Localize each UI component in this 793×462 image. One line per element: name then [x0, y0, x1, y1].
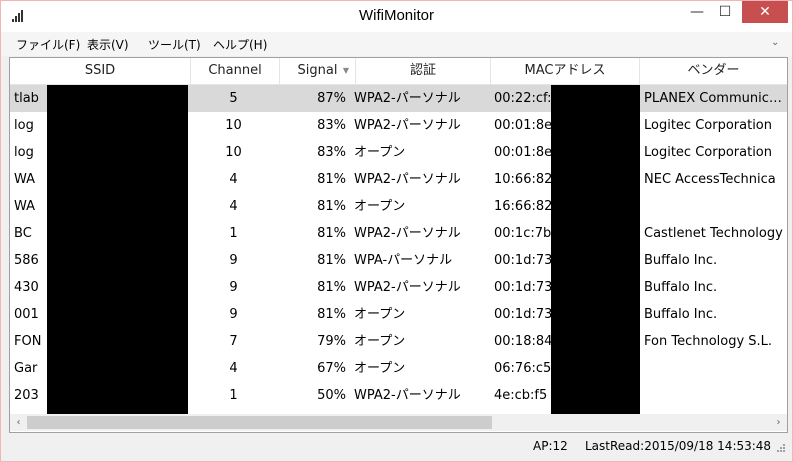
cell-vendor: PLANEX Communications	[644, 91, 784, 106]
cell-vendor: Castlenet Technology	[644, 226, 783, 241]
cell-vendor	[644, 193, 784, 220]
cell-auth: WPA2-パーソナル	[354, 388, 461, 403]
cell-signal: 79%	[317, 334, 346, 349]
window-title: WifiMonitor	[358, 7, 434, 24]
cell-channel: 4	[229, 199, 238, 214]
cell-auth: WPA2-パーソナル	[354, 172, 461, 187]
column-header-auth[interactable]: 認証	[356, 58, 491, 84]
menu-file[interactable]: ファイル(F)	[16, 36, 80, 53]
column-header-mac[interactable]: MACアドレス	[491, 58, 640, 84]
cell-channel: 4	[229, 361, 238, 376]
cell-vendor	[644, 355, 784, 382]
cell-channel: 1	[229, 388, 238, 403]
cell-signal: 81%	[317, 280, 346, 295]
cell-auth: オープン	[354, 361, 406, 376]
menu-tools[interactable]: ツール(T)	[148, 36, 201, 53]
column-header-vendor[interactable]: ベンダー	[640, 58, 787, 84]
cell-signal: 67%	[317, 361, 346, 376]
cell-auth: WPA2-パーソナル	[354, 280, 461, 295]
cell-vendor: Buffalo Inc.	[644, 280, 718, 295]
redaction-mac	[551, 85, 640, 414]
cell-vendor: Buffalo Inc.	[644, 253, 718, 268]
cell-signal: 81%	[317, 172, 346, 187]
last-read-time: LastRead:2015/09/18 14:53:48	[585, 439, 772, 453]
cell-channel: 10	[225, 145, 242, 160]
cell-auth: WPA2-パーソナル	[354, 91, 461, 106]
resize-grip-icon[interactable]	[776, 443, 786, 453]
cell-channel: 9	[229, 307, 238, 322]
cell-auth: オープン	[354, 307, 406, 322]
cell-auth: WPA2-パーソナル	[354, 226, 461, 241]
cell-signal: 81%	[317, 199, 346, 214]
cell-auth: オープン	[354, 145, 406, 160]
ap-count: AP:12	[533, 439, 568, 453]
cell-signal: 81%	[317, 307, 346, 322]
cell-auth: WPA-パーソナル	[354, 253, 453, 268]
scrollbar-thumb[interactable]	[27, 416, 492, 429]
close-button[interactable]: ✕	[742, 1, 788, 23]
cell-channel: 4	[229, 172, 238, 187]
column-header-channel[interactable]: Channel	[191, 58, 280, 84]
cell-channel: 9	[229, 253, 238, 268]
cell-vendor: NEC AccessTechnica	[644, 172, 776, 187]
cell-vendor: Logitec Corporation	[644, 145, 773, 160]
title-bar[interactable]: WifiMonitor — ☐ ✕	[1, 1, 792, 32]
column-header-ssid[interactable]: SSID	[10, 58, 191, 84]
cell-channel: 1	[229, 226, 238, 241]
cell-vendor: Buffalo Inc.	[644, 307, 718, 322]
redaction-ssid	[47, 85, 188, 414]
sort-descending-icon: ▼	[342, 66, 349, 75]
horizontal-scrollbar[interactable]: ‹ ›	[10, 414, 787, 431]
menu-view[interactable]: 表示(V)	[87, 36, 129, 53]
cell-channel: 10	[225, 118, 242, 133]
list-header: SSID Channel Signal ▼ 認証 MACアドレス ベンダー	[10, 58, 787, 85]
cell-signal: 83%	[317, 118, 346, 133]
cell-signal: 81%	[317, 226, 346, 241]
minimize-button[interactable]: —	[684, 1, 710, 23]
chevron-down-icon[interactable]: ⌄	[771, 37, 779, 48]
cell-channel: 7	[229, 334, 238, 349]
cell-auth: WPA2-パーソナル	[354, 118, 461, 133]
column-header-signal-label: Signal	[297, 63, 338, 78]
menu-help[interactable]: ヘルプ(H)	[213, 36, 267, 53]
cell-channel: 5	[229, 91, 238, 106]
cell-vendor	[644, 382, 784, 409]
cell-signal: 87%	[317, 91, 346, 106]
cell-vendor: Fon Technology S.L.	[644, 334, 773, 349]
maximize-button[interactable]: ☐	[712, 1, 738, 23]
status-bar: AP:12 LastRead:2015/09/18 14:53:48	[1, 433, 792, 459]
cell-auth: オープン	[354, 199, 406, 214]
scroll-right-icon[interactable]: ›	[770, 414, 787, 431]
menu-bar: ファイル(F) 表示(V) ツール(T) ヘルプ(H) ⌄	[1, 32, 792, 56]
scroll-left-icon[interactable]: ‹	[10, 414, 27, 431]
cell-signal: 50%	[317, 388, 346, 403]
cell-vendor: Logitec Corporation	[644, 118, 773, 133]
app-window: WifiMonitor — ☐ ✕ ファイル(F) 表示(V) ツール(T) ヘ…	[0, 0, 793, 462]
cell-channel: 9	[229, 280, 238, 295]
cell-auth: オープン	[354, 334, 406, 349]
column-header-signal[interactable]: Signal ▼	[280, 58, 356, 84]
cell-signal: 81%	[317, 253, 346, 268]
network-list[interactable]: SSID Channel Signal ▼ 認証 MACアドレス ベンダー tl…	[9, 57, 788, 433]
cell-signal: 83%	[317, 145, 346, 160]
